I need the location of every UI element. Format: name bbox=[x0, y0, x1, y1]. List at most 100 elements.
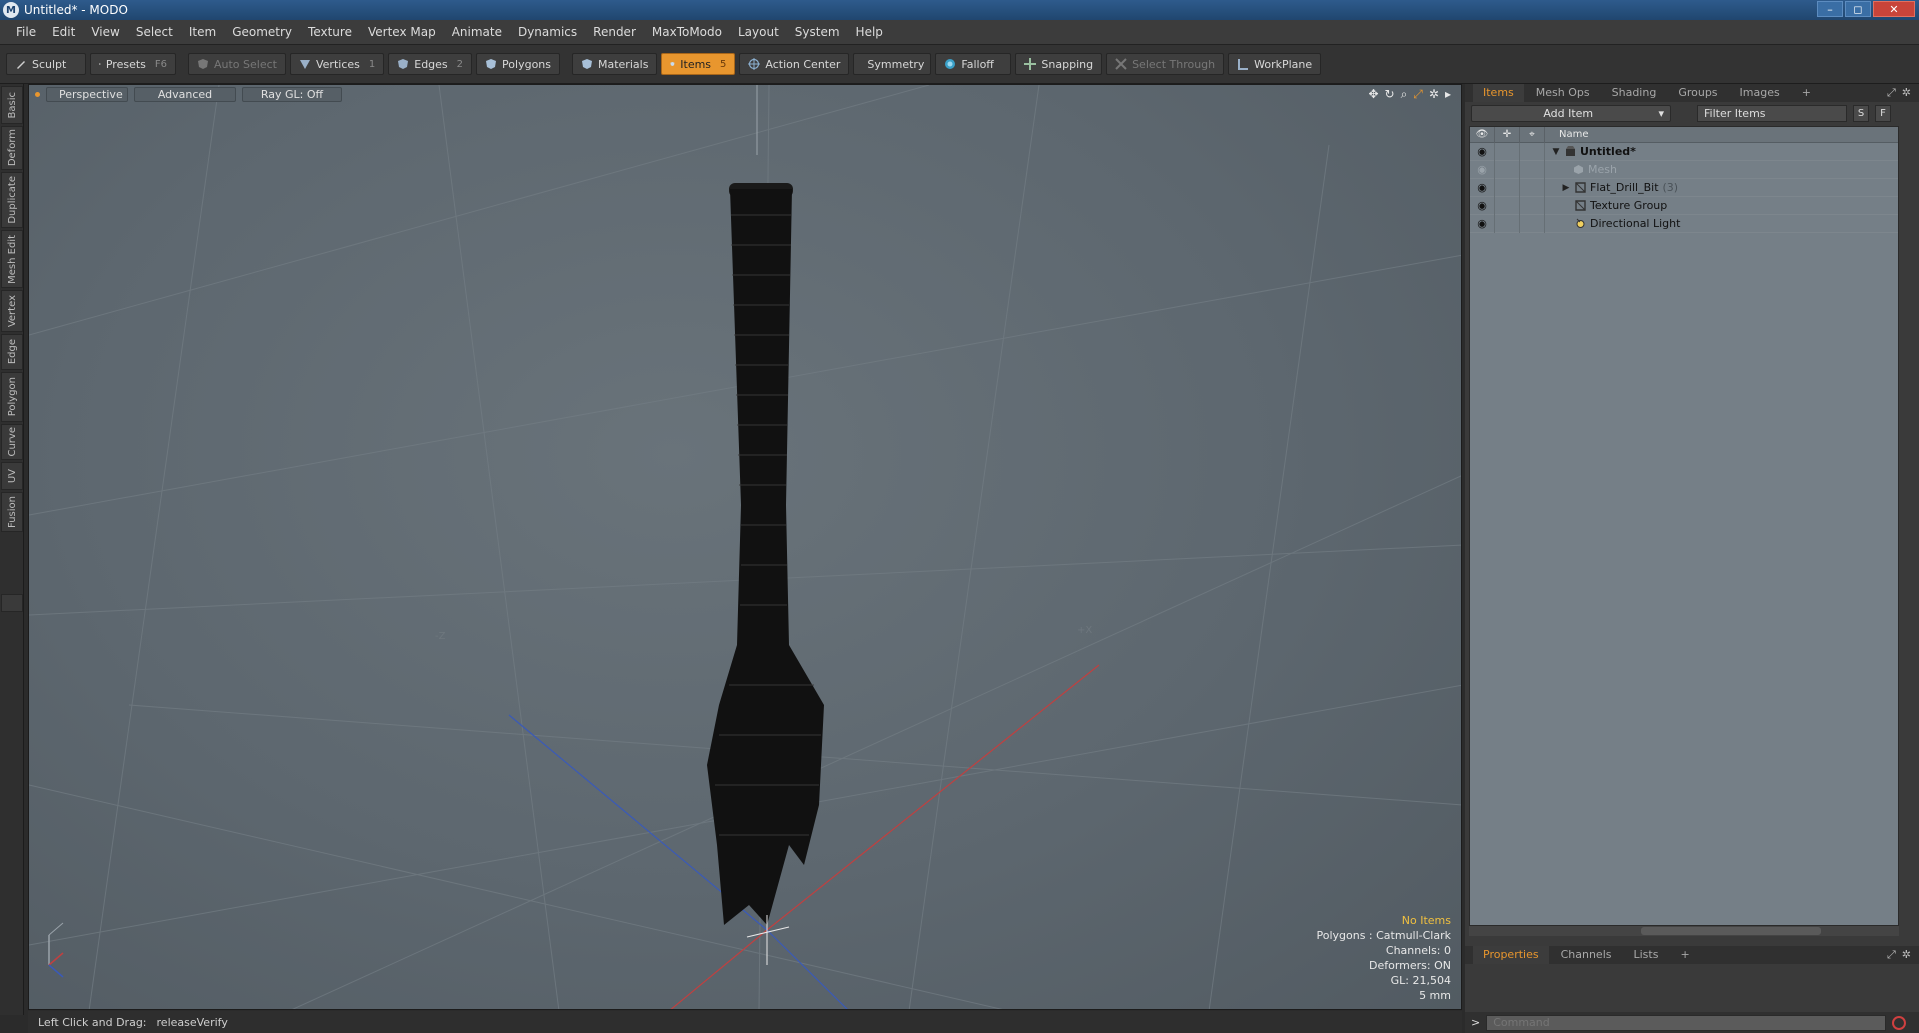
tab-items[interactable]: Items bbox=[1473, 84, 1524, 102]
menu-file[interactable]: File bbox=[8, 20, 44, 44]
items-icon bbox=[670, 61, 675, 67]
polygons-button[interactable]: Polygons bbox=[476, 53, 560, 75]
materials-button[interactable]: Materials bbox=[572, 53, 658, 75]
vertices-button[interactable]: Vertices 1 bbox=[289, 53, 385, 75]
view-type-tab[interactable]: Perspective bbox=[46, 86, 128, 102]
select-through-button[interactable]: Select Through bbox=[1106, 53, 1225, 75]
symmetry-button[interactable]: Symmetry bbox=[853, 53, 932, 75]
workplane-button[interactable]: WorkPlane bbox=[1228, 53, 1322, 75]
filter-s-button[interactable]: S bbox=[1853, 104, 1869, 122]
filter-f-button[interactable]: F bbox=[1875, 104, 1891, 122]
presets-label: Presets bbox=[105, 57, 146, 71]
expand-icon[interactable]: ▸ bbox=[1445, 87, 1451, 102]
tree-row-untitled[interactable]: ◉ ▼ Untitled* bbox=[1470, 142, 1898, 161]
tab-edge[interactable]: Edge bbox=[1, 334, 23, 370]
flat-drill-bit-mesh[interactable] bbox=[707, 183, 824, 925]
raygl-tab[interactable]: Ray GL: Off bbox=[242, 86, 342, 102]
menu-vertex-map[interactable]: Vertex Map bbox=[360, 20, 444, 44]
hscroll-thumb[interactable] bbox=[1641, 927, 1821, 935]
add-item-dropdown[interactable]: Add Item ▾ bbox=[1471, 104, 1671, 122]
eye-icon[interactable]: ◉ bbox=[1470, 214, 1495, 233]
panel-settings-icon[interactable]: ✲ bbox=[1902, 86, 1911, 100]
tab-groups[interactable]: Groups bbox=[1668, 84, 1727, 102]
menu-maxtomodo[interactable]: MaxToModo bbox=[644, 20, 730, 44]
snapping-label: Snapping bbox=[1041, 57, 1094, 71]
item-list-vscrollbar[interactable] bbox=[1899, 126, 1913, 926]
tab-fusion[interactable]: Fusion bbox=[1, 492, 23, 532]
render-column-icon[interactable]: ⌖ bbox=[1520, 126, 1545, 143]
auto-select-button[interactable]: Auto Select bbox=[188, 53, 286, 75]
tab-channels[interactable]: Channels bbox=[1551, 946, 1622, 964]
presets-button[interactable]: Presets F6 bbox=[90, 53, 176, 75]
maximize-button[interactable]: ◻ bbox=[1845, 1, 1871, 17]
eye-icon[interactable]: ◉ bbox=[1470, 178, 1495, 197]
lock-column-icon[interactable]: ✛ bbox=[1495, 126, 1520, 143]
minimize-button[interactable]: – bbox=[1817, 1, 1843, 17]
menu-view[interactable]: View bbox=[83, 20, 127, 44]
menu-animate[interactable]: Animate bbox=[444, 20, 510, 44]
window-title: Untitled* - MODO bbox=[24, 3, 128, 17]
add-tab-icon[interactable]: + bbox=[1670, 946, 1699, 964]
panel-maximize-icon[interactable]: ⤢ bbox=[1887, 86, 1896, 100]
tab-curve[interactable]: Curve bbox=[1, 424, 23, 460]
item-list-hscrollbar[interactable] bbox=[1469, 926, 1899, 936]
tab-mesh-edit[interactable]: Mesh Edit bbox=[1, 230, 23, 288]
maximize-view-icon[interactable]: ⤢ bbox=[1413, 87, 1423, 102]
tab-mesh-ops[interactable]: Mesh Ops bbox=[1526, 84, 1600, 102]
close-button[interactable]: ✕ bbox=[1873, 1, 1915, 17]
edges-button[interactable]: Edges 2 bbox=[388, 53, 473, 75]
filter-items-input[interactable]: Filter Items bbox=[1697, 104, 1847, 122]
tab-images[interactable]: Images bbox=[1730, 84, 1790, 102]
panel-settings-icon[interactable]: ✲ bbox=[1902, 948, 1911, 962]
menu-help[interactable]: Help bbox=[848, 20, 891, 44]
eye-icon[interactable]: ◉ bbox=[1470, 142, 1495, 161]
command-input[interactable] bbox=[1486, 1014, 1887, 1031]
tab-basic[interactable]: Basic bbox=[1, 86, 23, 124]
tab-polygon[interactable]: Polygon bbox=[1, 372, 23, 422]
expand-arrow-icon[interactable]: ▶ bbox=[1561, 183, 1571, 193]
tab-uv[interactable]: UV bbox=[1, 462, 23, 490]
falloff-button[interactable]: Falloff bbox=[935, 53, 1012, 75]
menu-system[interactable]: System bbox=[787, 20, 848, 44]
eye-icon[interactable]: ◉ bbox=[1470, 160, 1495, 179]
eye-icon[interactable]: ◉ bbox=[1470, 196, 1495, 215]
sculpt-button[interactable]: Sculpt bbox=[6, 53, 86, 75]
falloff-label: Falloff bbox=[961, 57, 994, 71]
tab-vertex[interactable]: Vertex bbox=[1, 290, 23, 332]
menu-select[interactable]: Select bbox=[128, 20, 181, 44]
scene-canvas[interactable] bbox=[29, 85, 1462, 1010]
tree-row-flat-drill-bit[interactable]: ◉ ▶ Flat_Drill_Bit (3) bbox=[1470, 178, 1898, 197]
shading-mode-tab[interactable]: Advanced bbox=[134, 86, 236, 102]
tab-deform[interactable]: Deform bbox=[1, 126, 23, 170]
action-center-button[interactable]: Action Center bbox=[739, 53, 850, 75]
tree-row-directional-light[interactable]: ◉ Directional Light bbox=[1470, 214, 1898, 233]
snapping-button[interactable]: Snapping bbox=[1015, 53, 1103, 75]
tree-row-texture-group[interactable]: ◉ Texture Group bbox=[1470, 196, 1898, 215]
collapse-arrow-icon[interactable]: ▼ bbox=[1551, 147, 1561, 157]
menu-edit[interactable]: Edit bbox=[44, 20, 83, 44]
tab-properties[interactable]: Properties bbox=[1473, 946, 1549, 964]
menu-dynamics[interactable]: Dynamics bbox=[510, 20, 585, 44]
visibility-column-icon[interactable]: 👁 bbox=[1470, 126, 1495, 143]
stop-icon[interactable] bbox=[1892, 1015, 1907, 1030]
3d-viewport[interactable]: -Z +X Perspective Advanced Ray GL: Off ✥… bbox=[28, 84, 1462, 1010]
menu-render[interactable]: Render bbox=[585, 20, 644, 44]
menu-layout[interactable]: Layout bbox=[730, 20, 787, 44]
menu-texture[interactable]: Texture bbox=[300, 20, 360, 44]
move-view-icon[interactable]: ✥ bbox=[1368, 87, 1378, 102]
panel-maximize-icon[interactable]: ⤢ bbox=[1887, 948, 1896, 962]
tree-row-mesh[interactable]: ◉ Mesh bbox=[1470, 160, 1898, 179]
tab-lists[interactable]: Lists bbox=[1624, 946, 1669, 964]
menu-item[interactable]: Item bbox=[181, 20, 224, 44]
zoom-view-icon[interactable]: ⌕ bbox=[1401, 87, 1408, 102]
vertices-icon bbox=[299, 60, 310, 69]
rotate-view-icon[interactable]: ↻ bbox=[1385, 87, 1395, 102]
item-list[interactable]: 👁 ✛ ⌖ Name ◉ ▼ Untitled* ◉ Mesh ◉ ▶ Flat… bbox=[1469, 126, 1899, 926]
tab-extra[interactable] bbox=[1, 594, 23, 612]
settings-icon[interactable]: ✲ bbox=[1429, 87, 1439, 102]
tab-shading[interactable]: Shading bbox=[1602, 84, 1667, 102]
items-button[interactable]: Items 5 bbox=[661, 53, 736, 75]
menu-geometry[interactable]: Geometry bbox=[224, 20, 300, 44]
tab-duplicate[interactable]: Duplicate bbox=[1, 172, 23, 228]
add-tab-icon[interactable]: + bbox=[1792, 84, 1821, 102]
